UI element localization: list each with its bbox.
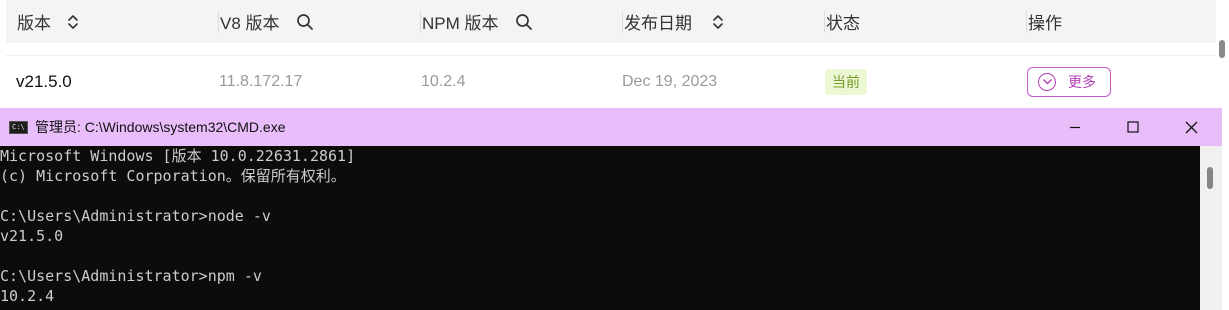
chevron-down-icon	[1038, 73, 1056, 91]
console-line: v21.5.0	[0, 227, 64, 245]
cmd-app-icon-text: C:\	[12, 123, 25, 131]
column-header-version[interactable]: 版本	[17, 0, 79, 43]
status-cell: 当前	[825, 56, 867, 108]
column-header-actions: 操作	[1026, 0, 1062, 43]
console-line: 10.2.4	[0, 287, 55, 305]
console-line: Microsoft Windows [版本 10.0.22631.2861]	[0, 147, 356, 165]
column-header-label: V8 版本	[220, 14, 280, 33]
more-button[interactable]: 更多	[1027, 67, 1111, 97]
maximize-icon	[1127, 121, 1139, 133]
console-line: C:\Users\Administrator>npm -v	[0, 267, 262, 285]
v8-version-cell: 11.8.172.17	[219, 73, 303, 90]
column-header-label: NPM 版本	[422, 14, 499, 33]
column-header-npm[interactable]: NPM 版本	[420, 0, 533, 43]
version-cell: v21.5.0	[16, 72, 72, 91]
column-header-v8[interactable]: V8 版本	[218, 0, 314, 43]
actions-cell: 更多	[1027, 56, 1111, 108]
column-header-date[interactable]: 发布日期	[622, 0, 724, 43]
console-scrollbar-thumb[interactable]	[1207, 167, 1213, 189]
minimize-button[interactable]	[1046, 108, 1104, 146]
column-divider	[1026, 11, 1027, 33]
column-divider	[622, 11, 623, 33]
status-badge: 当前	[825, 69, 867, 95]
column-header-label: 版本	[17, 14, 51, 33]
console-line: C:\Users\Administrator>node -v	[0, 207, 271, 225]
column-divider	[420, 11, 421, 33]
column-header-label: 发布日期	[624, 14, 692, 33]
search-icon[interactable]	[515, 13, 533, 31]
search-icon[interactable]	[296, 13, 314, 31]
table-row: v21.5.0 11.8.172.17 10.2.4 Dec 19, 2023 …	[6, 55, 1216, 108]
maximize-button[interactable]	[1104, 108, 1162, 146]
cmd-app-icon: C:\	[9, 121, 28, 134]
sort-icon[interactable]	[712, 14, 724, 30]
more-button-label: 更多	[1068, 74, 1096, 90]
table-header: 版本 V8 版本 NPM 版本 发布日期 状态 操作	[6, 0, 1216, 43]
sort-icon[interactable]	[67, 14, 79, 30]
npm-version-cell: 10.2.4	[421, 73, 466, 90]
page-scrollbar-thumb[interactable]	[1219, 40, 1225, 58]
window-title: 管理员: C:\Windows\system32\CMD.exe	[35, 119, 286, 135]
column-divider	[218, 11, 219, 33]
minimize-icon	[1070, 126, 1080, 129]
window-titlebar[interactable]: C:\ 管理员: C:\Windows\system32\CMD.exe	[0, 108, 1222, 146]
column-header-status: 状态	[824, 0, 860, 43]
cmd-window: C:\ 管理员: C:\Windows\system32\CMD.exe Mic…	[0, 108, 1222, 310]
close-icon	[1185, 121, 1197, 133]
column-divider	[824, 11, 825, 33]
console-output[interactable]: Microsoft Windows [版本 10.0.22631.2861] (…	[0, 146, 1200, 310]
console-line: (c) Microsoft Corporation。保留所有权利。	[0, 167, 346, 185]
release-date-cell: Dec 19, 2023	[622, 73, 718, 90]
console-scrollbar[interactable]	[1200, 146, 1222, 310]
column-header-label: 状态	[826, 14, 860, 33]
column-header-label: 操作	[1028, 14, 1062, 33]
close-button[interactable]	[1162, 108, 1220, 146]
